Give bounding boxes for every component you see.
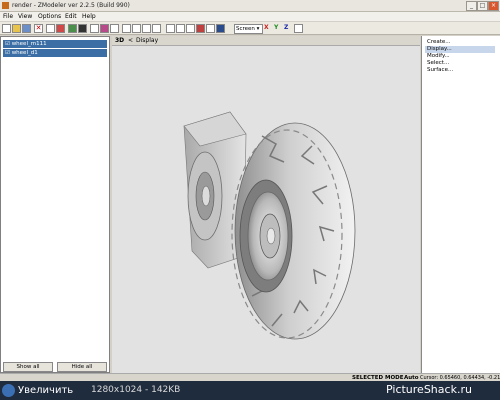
window-title: render - ZModeler ver 2.2.5 (Build 990) — [12, 2, 130, 9]
display-viewport[interactable]: 3D < Display — [112, 36, 420, 373]
fit-icon[interactable] — [152, 24, 161, 33]
menu-bar: File View Options Edit Help — [0, 12, 500, 21]
rotate-icon[interactable] — [142, 24, 151, 33]
save-icon[interactable] — [22, 24, 31, 33]
menu-options[interactable]: Options — [38, 13, 61, 21]
axis-z-toggle[interactable]: Z — [284, 24, 288, 32]
command-panel: Create... Display... Modify... Select...… — [421, 36, 500, 373]
view-mode-value: Screen — [236, 26, 255, 32]
wheel-render — [183, 111, 356, 340]
maximize-button[interactable]: □ — [477, 1, 488, 11]
object-list-panel: ☑ wheel_m111 ☑ wheel_d1 — [0, 36, 110, 373]
open-folder-icon[interactable] — [12, 24, 21, 33]
object-name: wheel_d1 — [11, 50, 38, 56]
image-info: 1280x1024 - 142KB — [91, 385, 181, 395]
grid-icon[interactable] — [90, 24, 99, 33]
show-all-button[interactable]: Show all — [3, 362, 53, 372]
command-display[interactable]: Display... — [425, 46, 495, 53]
command-surface[interactable]: Surface... — [427, 67, 453, 74]
watermark: PictureShack.ru — [386, 383, 472, 396]
zoom-icon[interactable] — [122, 24, 131, 33]
menu-file[interactable]: File — [3, 13, 13, 21]
axis-y-toggle[interactable]: Y — [274, 24, 278, 32]
viewport-header: 3D < Display — [112, 36, 420, 46]
command-select[interactable]: Select... — [427, 60, 449, 67]
copy-icon[interactable] — [46, 24, 55, 33]
menu-edit[interactable]: Edit — [65, 13, 77, 21]
image-host-taskbar: Увеличить 1280x1024 - 142KB PictureShack… — [0, 381, 500, 400]
view-mode-select[interactable]: Screen ▾ — [234, 24, 263, 34]
camera-icon[interactable] — [110, 24, 119, 33]
command-modify[interactable]: Modify... — [427, 53, 450, 60]
title-bar: render - ZModeler ver 2.2.5 (Build 990) … — [0, 0, 500, 12]
render-icon[interactable] — [78, 24, 87, 33]
front-tire — [231, 122, 356, 340]
viewport-back-arrow[interactable]: < — [128, 37, 133, 45]
snap-icon[interactable] — [206, 24, 215, 33]
axis-x-toggle[interactable]: X — [264, 24, 269, 32]
hide-all-button[interactable]: Hide all — [57, 362, 107, 372]
move-icon[interactable] — [176, 24, 185, 33]
pan-icon[interactable] — [132, 24, 141, 33]
view-3d-badge[interactable]: 3D — [115, 37, 124, 45]
light-icon[interactable] — [100, 24, 109, 33]
material-icon[interactable] — [56, 24, 65, 33]
close-button[interactable]: × — [488, 1, 499, 11]
menu-view[interactable]: View — [18, 13, 32, 21]
mirror-icon[interactable] — [196, 24, 205, 33]
minimize-button[interactable]: _ — [466, 1, 477, 11]
list-item[interactable]: ☑ wheel_d1 — [3, 49, 107, 57]
scale-icon[interactable] — [186, 24, 195, 33]
new-file-icon[interactable] — [2, 24, 11, 33]
shade-icon[interactable] — [216, 24, 225, 33]
zoom-label[interactable]: Увеличить — [18, 384, 73, 397]
texture-icon[interactable] — [68, 24, 77, 33]
toolbar: ✕ Screen ▾ X Y Z — [0, 22, 500, 35]
command-create[interactable]: Create... — [427, 39, 451, 46]
select-icon[interactable] — [166, 24, 175, 33]
magnifier-icon[interactable] — [2, 384, 15, 397]
lock-axis-icon[interactable] — [294, 24, 303, 33]
object-name: wheel_m111 — [11, 41, 47, 47]
delete-icon[interactable]: ✕ — [34, 24, 43, 33]
menu-help[interactable]: Help — [82, 13, 96, 21]
viewport-title: Display — [136, 37, 159, 44]
list-item[interactable]: ☑ wheel_m111 — [3, 40, 107, 48]
app-icon — [2, 2, 9, 9]
